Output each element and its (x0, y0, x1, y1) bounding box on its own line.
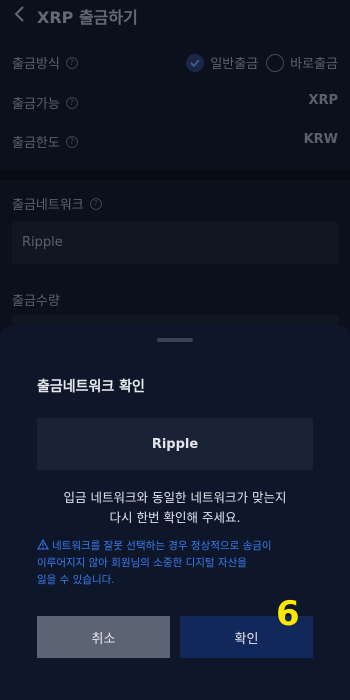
warning-line: 잃을 수 있습니다. (37, 574, 115, 586)
confirm-message-line: 다시 한번 확인해 주세요. (109, 510, 241, 525)
network-display: Ripple (37, 418, 313, 470)
warning-icon (37, 539, 49, 550)
sheet-title: 출금네트워크 확인 (37, 379, 145, 395)
step-number-annotation: 6 (276, 594, 300, 634)
network-confirm-sheet: 출금네트워크 확인 Ripple 입금 네트워크와 동일한 네트워크가 맞는지 … (0, 326, 350, 700)
cancel-button[interactable]: 취소 (37, 616, 170, 658)
network-display-value: Ripple (151, 436, 199, 452)
sheet-handle[interactable] (157, 338, 193, 342)
confirm-message: 입금 네트워크와 동일한 네트워크가 맞는지 다시 한번 확인해 주세요. (20, 488, 330, 528)
warning-line: 이루어지지 않아 회원님의 소중한 디지털 자산을 (37, 557, 247, 569)
warning-line: 네트워크를 잘못 선택하는 경우 정상적으로 송금이 (52, 540, 272, 552)
warning-text: 네트워크를 잘못 선택하는 경우 정상적으로 송금이 이루어지지 않아 회원님의… (37, 538, 317, 589)
confirm-message-line: 입금 네트워크와 동일한 네트워크가 맞는지 (63, 490, 287, 505)
